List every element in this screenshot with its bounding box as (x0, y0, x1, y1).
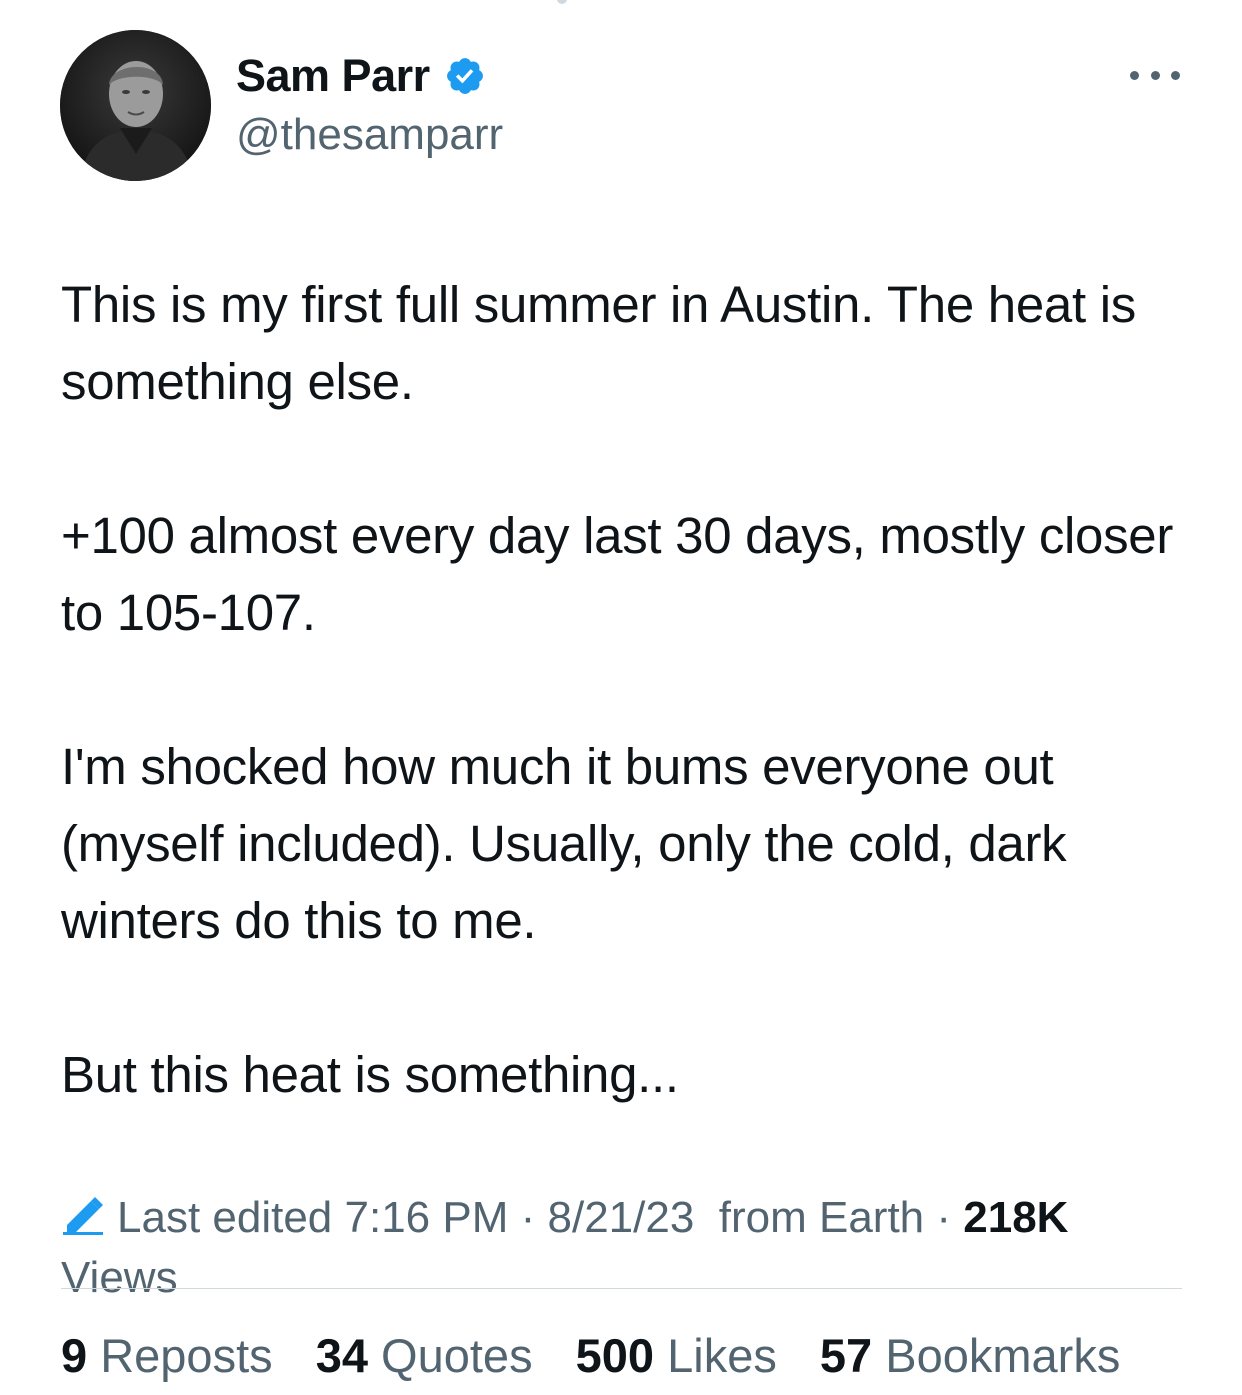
verified-badge-icon[interactable] (444, 55, 486, 97)
edit-pencil-icon[interactable] (61, 1192, 107, 1235)
tweet-paragraph: I'm shocked how much it bums everyone ou… (61, 738, 1067, 949)
bookmarks-label: Bookmarks (885, 1329, 1121, 1382)
tweet-paragraph: This is my first full summer in Austin. … (61, 276, 1136, 410)
author-name[interactable]: Sam Parr (236, 50, 430, 102)
tweet-paragraph: +100 almost every day last 30 days, most… (61, 507, 1174, 641)
reposts-count: 9 (61, 1329, 88, 1382)
views-label: Views (61, 1253, 178, 1302)
more-options-icon[interactable] (1130, 62, 1180, 88)
reposts-label: Reposts (100, 1329, 273, 1382)
quotes-label: Quotes (381, 1329, 533, 1382)
avatar[interactable] (60, 30, 211, 181)
reposts-stat[interactable]: 9 Reposts (61, 1329, 273, 1382)
engagement-stats: 9 Reposts 34 Quotes 500 Likes 57 Bookmar… (61, 1326, 1120, 1386)
tweet-paragraph: But this heat is something... (61, 1046, 679, 1103)
bookmarks-count: 57 (819, 1329, 873, 1382)
post-location: from Earth (718, 1193, 925, 1242)
scroll-cut-edge (0, 0, 1242, 6)
quotes-stat[interactable]: 34 Quotes (316, 1329, 533, 1382)
quotes-count: 34 (315, 1329, 368, 1382)
divider (61, 1288, 1182, 1289)
tweet-meta: Last edited 7:16 PM · 8/21/23 from Earth… (61, 1188, 1191, 1308)
views-count: 218K (963, 1193, 1069, 1242)
meta-separator: · (508, 1193, 548, 1242)
meta-separator: · (924, 1193, 964, 1242)
bookmarks-stat[interactable]: 57 Bookmarks (820, 1329, 1120, 1382)
author-name-row[interactable]: Sam Parr (236, 46, 486, 106)
likes-label: Likes (667, 1329, 777, 1382)
likes-count: 500 (575, 1329, 655, 1382)
likes-stat[interactable]: 500 Likes (576, 1329, 777, 1382)
tweet-text: This is my first full summer in Austin. … (61, 266, 1201, 1113)
edited-date[interactable]: 8/21/23 (548, 1193, 695, 1242)
edited-label[interactable]: Last edited (117, 1193, 332, 1242)
author-handle[interactable]: @thesamparr (236, 110, 503, 160)
edited-time[interactable]: 7:16 PM (345, 1193, 509, 1242)
